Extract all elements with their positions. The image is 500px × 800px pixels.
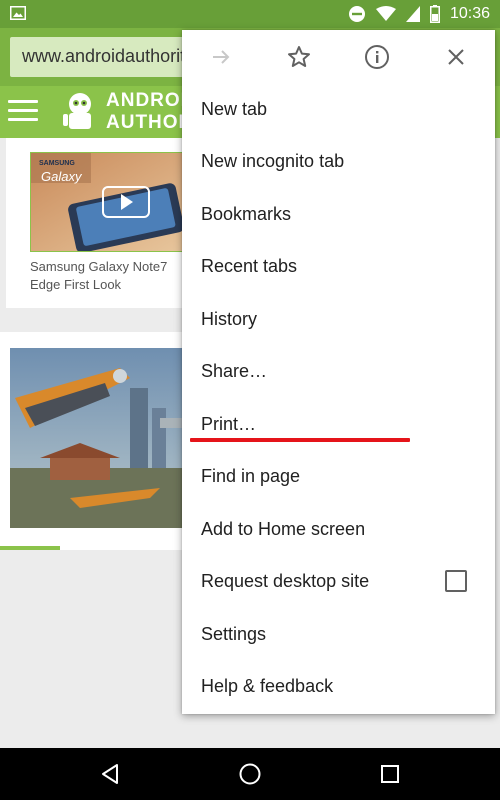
android-mascot-logo-icon[interactable] — [58, 90, 102, 134]
hamburger-menu-icon[interactable] — [8, 100, 38, 122]
menu-item-label: New incognito tab — [201, 151, 345, 171]
menu-item-find-in-page[interactable]: Find in page — [182, 451, 495, 503]
wifi-icon — [375, 6, 396, 21]
menu-item-label: Help & feedback — [201, 676, 334, 696]
menu-item-print[interactable]: Print… — [182, 399, 495, 451]
do-not-disturb-icon — [348, 6, 365, 22]
status-time: 10:36 — [449, 5, 490, 22]
menu-item-label: Recent tabs — [201, 256, 298, 276]
menu-item-recent-tabs[interactable]: Recent tabs — [182, 241, 495, 293]
menu-item-bookmarks[interactable]: Bookmarks — [182, 189, 495, 241]
caption-line-1: Samsung Galaxy Note7 — [30, 259, 168, 274]
caption-line-2: Edge First Look — [30, 277, 122, 292]
chrome-overflow-menu: New tab New incognito tab Bookmarks Rece… — [182, 30, 495, 714]
menu-item-add-to-home-screen[interactable]: Add to Home screen — [182, 504, 495, 556]
menu-item-label: History — [201, 309, 258, 329]
menu-item-label: New tab — [201, 99, 268, 119]
home-icon[interactable] — [238, 762, 262, 786]
menu-item-help-feedback[interactable]: Help & feedback — [182, 661, 495, 713]
menu-item-new-tab[interactable]: New tab — [182, 84, 495, 136]
print-highlight-underline — [190, 438, 410, 442]
menu-item-history[interactable]: History — [182, 294, 495, 346]
recents-icon[interactable] — [378, 762, 402, 786]
menu-item-label: Request desktop site — [201, 571, 370, 591]
thumb-brand-galaxy: Galaxy — [41, 169, 83, 184]
menu-item-label: Settings — [201, 624, 267, 644]
menu-item-label: Share… — [201, 361, 268, 381]
back-icon[interactable] — [98, 762, 122, 786]
article-image[interactable] — [10, 348, 200, 528]
menu-item-request-desktop-site[interactable]: Request desktop site — [182, 556, 495, 608]
menu-item-label: Find in page — [201, 466, 301, 486]
close-icon[interactable] — [441, 42, 471, 72]
status-bar: 10:36 — [0, 0, 500, 28]
menu-item-label: Print… — [201, 414, 257, 434]
info-icon[interactable] — [362, 42, 392, 72]
menu-item-share[interactable]: Share… — [182, 346, 495, 398]
menu-item-label: Add to Home screen — [201, 519, 366, 539]
menu-item-new-incognito-tab[interactable]: New incognito tab — [182, 136, 495, 188]
forward-icon[interactable] — [206, 42, 236, 72]
menu-item-label: Bookmarks — [201, 204, 292, 224]
system-nav-bar — [0, 748, 500, 800]
battery-icon — [429, 5, 440, 23]
image-icon — [10, 6, 26, 20]
article-card[interactable] — [0, 332, 200, 550]
menu-item-settings[interactable]: Settings — [182, 609, 495, 661]
loading-progress-bar — [0, 546, 60, 550]
video-thumbnail-image: SAMSUNG Galaxy — [31, 153, 201, 251]
game-scene-image — [10, 348, 200, 528]
thumb-brand-samsung: SAMSUNG — [39, 160, 75, 167]
article-caption[interactable]: Samsung Galaxy Note7 Edge First Look — [30, 258, 167, 294]
request-desktop-site-checkbox[interactable] — [445, 570, 467, 592]
article-thumbnail[interactable]: SAMSUNG Galaxy — [30, 152, 202, 252]
bookmark-star-icon[interactable] — [284, 42, 314, 72]
article-card[interactable]: SAMSUNG Galaxy Samsung Galaxy Note7 Edge… — [6, 138, 206, 308]
cell-signal-icon — [405, 6, 420, 22]
menu-action-row — [182, 30, 495, 84]
